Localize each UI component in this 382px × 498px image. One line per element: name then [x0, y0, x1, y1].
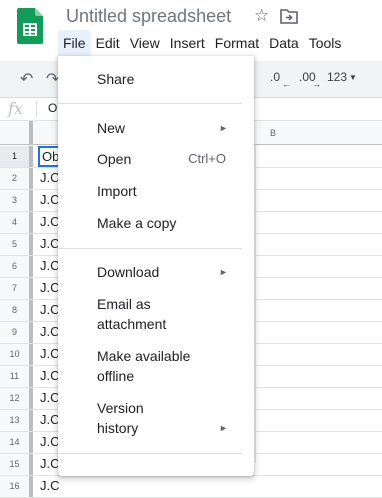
cell-a[interactable]: J.C: [40, 170, 60, 185]
cell-a[interactable]: J.C: [40, 346, 60, 361]
menu-divider: [58, 248, 242, 249]
more-formats-button[interactable]: 123: [327, 70, 347, 84]
table-row: 16 J.C: [0, 476, 382, 498]
column-header-b[interactable]: B: [270, 128, 276, 138]
import-label: Import: [97, 183, 137, 199]
menu-divider: [58, 103, 242, 104]
row-header[interactable]: 9: [0, 322, 33, 343]
row-header[interactable]: 2: [0, 168, 33, 189]
menu-insert[interactable]: Insert: [165, 30, 210, 56]
undo-icon[interactable]: ↶: [20, 69, 33, 89]
row-header[interactable]: 13: [0, 410, 33, 431]
menu-file[interactable]: File: [58, 30, 91, 56]
email-label-line1: Email as: [97, 296, 151, 312]
submenu-arrow-icon: ►: [219, 423, 228, 433]
row-header[interactable]: 11: [0, 366, 33, 387]
menu-divider: [58, 453, 242, 454]
cell-a[interactable]: J.C: [40, 456, 60, 471]
open-shortcut: Ctrl+O: [188, 151, 226, 166]
open-label: Open: [97, 151, 132, 167]
file-menu-version-history[interactable]: Version history ►: [58, 398, 254, 438]
menu-data[interactable]: Data: [264, 30, 304, 56]
decrease-decimal-arrow-icon: ←: [282, 79, 291, 89]
menu-edit[interactable]: Edit: [91, 30, 125, 56]
cell-a[interactable]: J.C: [40, 280, 60, 295]
move-to-folder-icon[interactable]: [280, 8, 298, 24]
row-header[interactable]: 4: [0, 212, 33, 233]
google-sheets-logo[interactable]: [17, 8, 43, 44]
version-label-line1: Version: [97, 400, 144, 416]
file-menu-make-available-offline[interactable]: Make available offline: [58, 346, 254, 386]
row-header[interactable]: 3: [0, 190, 33, 211]
download-label: Download: [97, 264, 160, 280]
row-header[interactable]: 1: [0, 146, 33, 167]
star-icon[interactable]: ☆: [254, 6, 269, 26]
select-all-corner[interactable]: [0, 121, 33, 144]
row-header[interactable]: 12: [0, 388, 33, 409]
cell-a[interactable]: J.C: [40, 236, 60, 251]
menu-format[interactable]: Format: [210, 30, 264, 56]
file-menu-dropdown: Share New ► Open Ctrl+O Import Make a co…: [58, 56, 254, 476]
version-label-line2: history: [97, 420, 139, 436]
offline-label-line2: offline: [97, 368, 135, 384]
more-formats-dropdown-icon[interactable]: ▼: [349, 73, 357, 82]
menu-view[interactable]: View: [125, 30, 165, 56]
cell-a[interactable]: J.C: [40, 324, 60, 339]
increase-decimal-arrow-icon: →: [312, 79, 321, 89]
row-header[interactable]: 8: [0, 300, 33, 321]
file-menu-email-attachment[interactable]: Email as attachment: [58, 294, 254, 334]
new-label: New: [97, 120, 126, 136]
offline-label-line1: Make available: [97, 348, 191, 364]
menu-bar: File Edit View Insert Format Data Tools: [58, 30, 346, 56]
submenu-arrow-icon: ►: [219, 267, 228, 277]
make-copy-label: Make a copy: [97, 215, 177, 231]
cell-a[interactable]: J.C: [40, 214, 60, 229]
cell-a[interactable]: J.C: [40, 434, 60, 449]
formula-bar-divider: [36, 101, 37, 117]
cell-a[interactable]: J.C: [40, 412, 60, 427]
row-header[interactable]: 14: [0, 432, 33, 453]
email-label-line2: attachment: [97, 316, 167, 332]
row-header[interactable]: 15: [0, 454, 33, 475]
row-header[interactable]: 6: [0, 256, 33, 277]
row-header[interactable]: 5: [0, 234, 33, 255]
formula-input[interactable]: O: [48, 101, 57, 115]
document-title[interactable]: Untitled spreadsheet: [66, 6, 231, 27]
decrease-decimal-button[interactable]: .0: [270, 70, 280, 84]
cell-a[interactable]: J.C: [40, 192, 60, 207]
cell-a[interactable]: J.C: [40, 368, 60, 383]
row-header[interactable]: 7: [0, 278, 33, 299]
row-header[interactable]: 10: [0, 344, 33, 365]
row-header[interactable]: 16: [0, 476, 33, 497]
cell-a[interactable]: J.C: [40, 302, 60, 317]
share-label: Share: [97, 71, 135, 87]
cell-a[interactable]: J.C: [40, 258, 60, 273]
cell-a[interactable]: J.C: [40, 478, 60, 493]
submenu-arrow-icon: ►: [219, 123, 228, 133]
fx-icon: fx: [8, 99, 23, 118]
menu-tools[interactable]: Tools: [304, 30, 347, 56]
cell-a[interactable]: J.C: [40, 390, 60, 405]
